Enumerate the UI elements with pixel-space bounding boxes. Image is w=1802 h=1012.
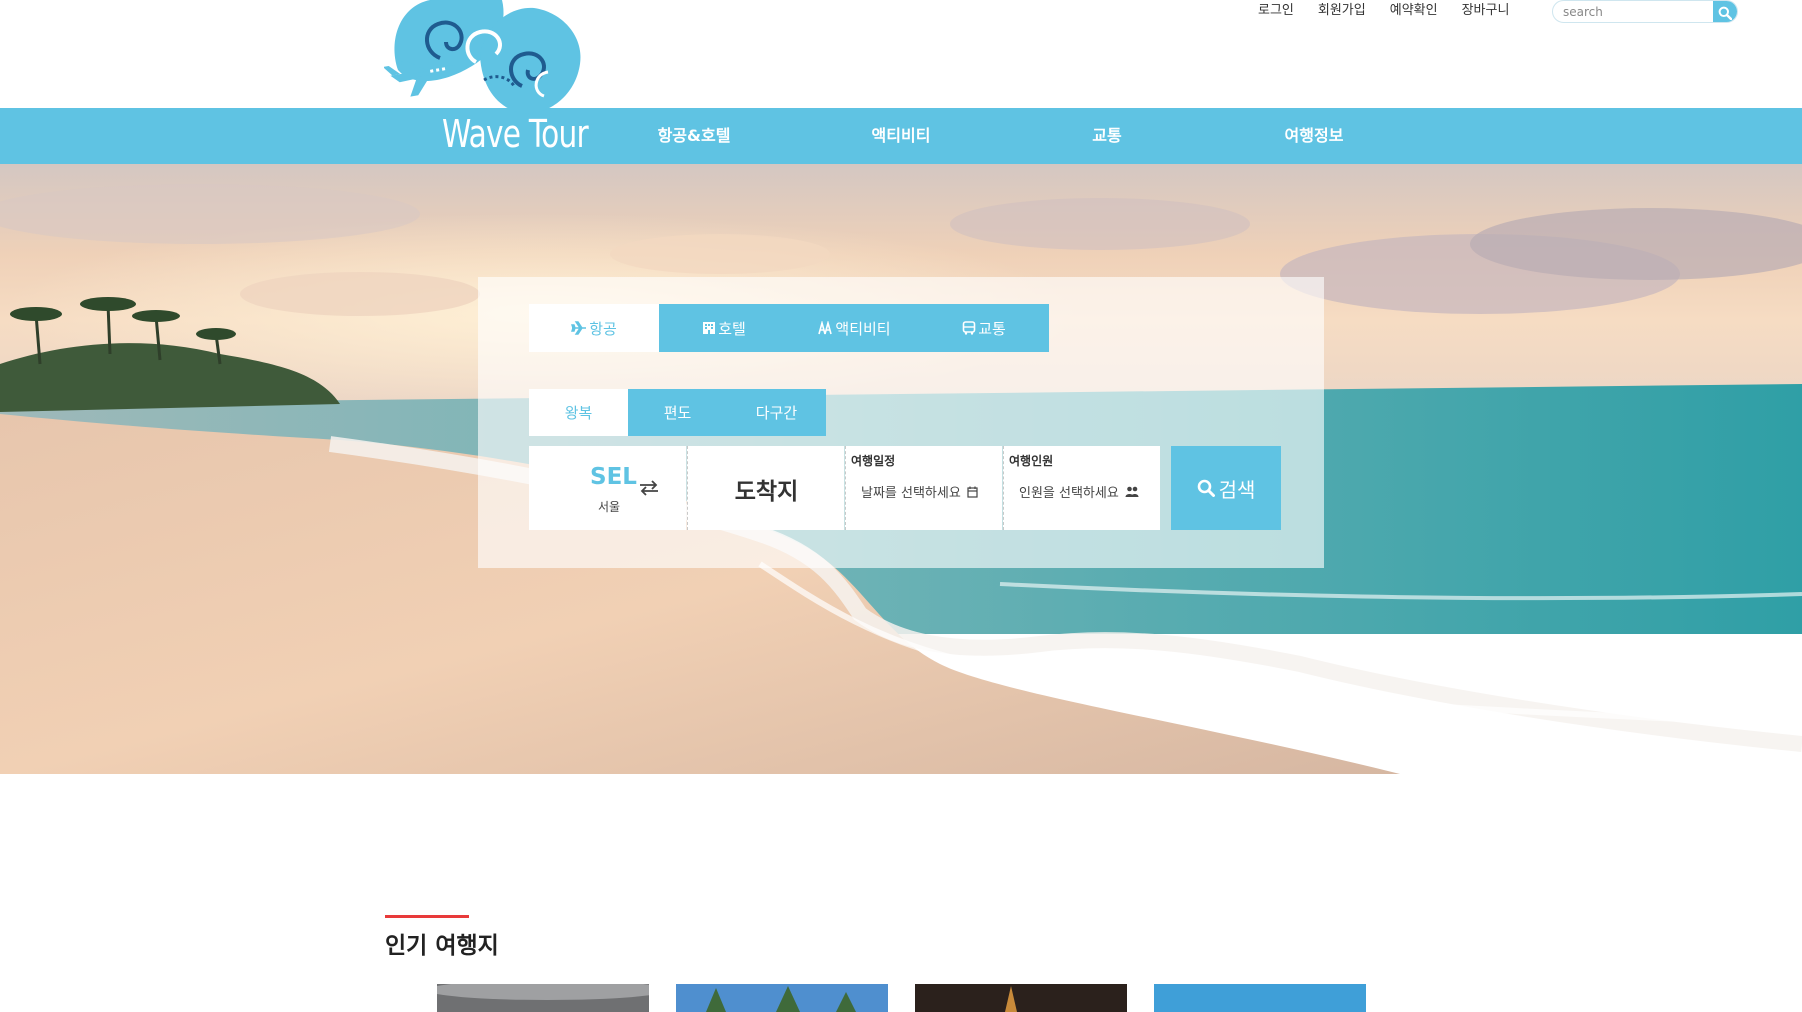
popular-destinations-title: 인기 여행지 xyxy=(385,933,499,959)
tab-activity[interactable]: 액티비티 xyxy=(789,304,919,352)
search-button[interactable] xyxy=(1713,1,1737,22)
tab-flight[interactable]: 항공 xyxy=(529,304,659,352)
origin-field[interactable]: SEL 서울 xyxy=(529,446,686,530)
destination-card[interactable] xyxy=(676,984,888,1012)
reservation-check-link[interactable]: 예약확인 xyxy=(1390,3,1438,19)
cart-link[interactable]: 장바구니 xyxy=(1462,3,1510,19)
search-input[interactable] xyxy=(1553,1,1713,22)
date-label: 여행일정 xyxy=(851,454,896,468)
nav-item-travel-info[interactable]: 여행정보 xyxy=(1254,108,1374,164)
tab-one-way[interactable]: 편도 xyxy=(628,389,727,436)
login-link[interactable]: 로그인 xyxy=(1258,3,1294,19)
origin-code: SEL xyxy=(590,464,637,490)
destination-card[interactable] xyxy=(915,984,1127,1012)
hotel-icon xyxy=(703,322,716,334)
destination-photo xyxy=(676,984,888,1012)
destination-photo xyxy=(437,984,649,1012)
brand-name: Wave Tour xyxy=(442,112,589,156)
tab-flight-label: 항공 xyxy=(589,319,617,338)
travelers-field[interactable]: 여행인원 인원을 선택하세요 xyxy=(1003,446,1160,530)
main-nav: 항공&호텔 액티비티 교통 여행정보 xyxy=(0,108,1802,164)
nav-item-air-hotel[interactable]: 항공&호텔 xyxy=(634,108,754,164)
travelers-placeholder: 인원을 선택하세요 xyxy=(1019,486,1119,501)
destination-photo xyxy=(915,984,1127,1012)
swap-icon[interactable] xyxy=(639,480,659,496)
tab-transport[interactable]: 교통 xyxy=(919,304,1049,352)
destination-card[interactable] xyxy=(437,984,649,1012)
booking-category-tabs: 항공 호텔 액티비티 교통 xyxy=(529,304,1049,352)
date-value: 날짜를 선택하세요 xyxy=(861,482,978,501)
activity-icon xyxy=(818,321,833,335)
logo[interactable]: Wave Tour xyxy=(384,0,594,160)
utility-links: 로그인 회원가입 예약확인 장바구니 xyxy=(1258,3,1509,19)
site-search xyxy=(1552,0,1738,23)
origin-city: 서울 xyxy=(598,500,621,514)
destination-field[interactable]: 도착지 xyxy=(687,446,844,530)
date-field[interactable]: 여행일정 날짜를 선택하세요 xyxy=(845,446,1002,530)
signup-link[interactable]: 회원가입 xyxy=(1318,3,1366,19)
tab-multi-city[interactable]: 다구간 xyxy=(727,389,826,436)
search-icon xyxy=(1197,479,1215,497)
section-accent-bar xyxy=(385,915,469,918)
destination-card[interactable] xyxy=(1154,984,1366,1012)
bus-icon xyxy=(962,321,976,335)
search-icon xyxy=(1718,6,1732,20)
people-icon xyxy=(1125,486,1139,497)
wave-logo-icon xyxy=(384,0,581,114)
date-placeholder: 날짜를 선택하세요 xyxy=(861,486,961,501)
destination-photo xyxy=(1154,984,1366,1012)
tab-round-trip[interactable]: 왕복 xyxy=(529,389,628,436)
nav-item-transport[interactable]: 교통 xyxy=(1047,108,1167,164)
travelers-label: 여행인원 xyxy=(1009,454,1054,468)
tab-activity-label: 액티비티 xyxy=(835,319,891,338)
flight-search-button[interactable]: 검색 xyxy=(1171,446,1281,530)
tab-hotel[interactable]: 호텔 xyxy=(659,304,789,352)
plane-icon xyxy=(571,321,587,335)
tab-hotel-label: 호텔 xyxy=(718,319,746,338)
nav-item-activity[interactable]: 액티비티 xyxy=(841,108,961,164)
calendar-icon xyxy=(967,486,978,498)
flight-search-label: 검색 xyxy=(1218,477,1256,502)
utility-bar: 로그인 회원가입 예약확인 장바구니 xyxy=(0,0,1802,108)
destination-placeholder: 도착지 xyxy=(734,479,799,505)
trip-type-tabs: 왕복 편도 다구간 xyxy=(529,389,826,436)
travelers-value: 인원을 선택하세요 xyxy=(1019,482,1139,501)
tab-transport-label: 교통 xyxy=(978,319,1006,338)
